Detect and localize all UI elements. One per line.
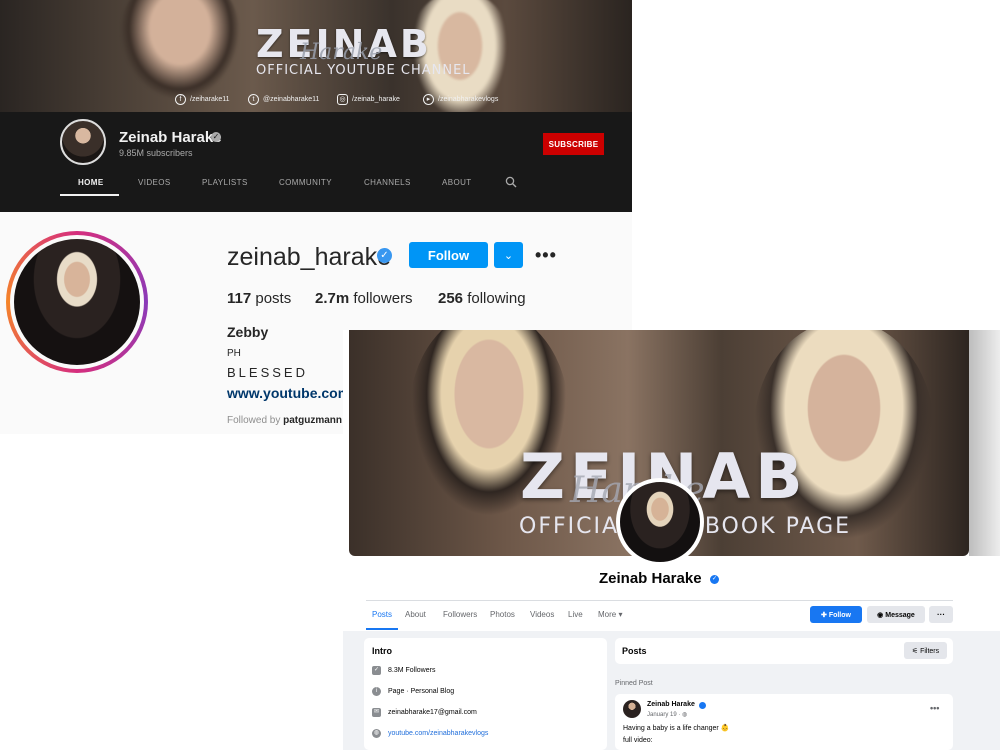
- location-text: PH: [227, 348, 241, 359]
- tab-videos[interactable]: VIDEOS: [138, 178, 171, 187]
- channel-name: Zeinab Harake: [119, 129, 222, 146]
- tab-about[interactable]: About: [405, 610, 426, 619]
- suggested-dropdown-button[interactable]: ⌄: [494, 242, 523, 268]
- intro-website-row: ◍ youtube.com/zeinabharakevlogs: [372, 729, 488, 738]
- banner-social-youtube: ▸ /zeinabharakevlogs: [423, 94, 498, 105]
- verified-badge-icon: ✓: [377, 248, 392, 263]
- avatar[interactable]: [616, 478, 704, 566]
- post-author[interactable]: Zeinab Harake: [647, 701, 695, 708]
- username: zeinab_harake: [227, 243, 392, 271]
- tab-about[interactable]: ABOUT: [442, 178, 472, 187]
- cover-edge: [969, 330, 1000, 556]
- intro-email-row: ✉ zeinabharake17@gmail.com: [372, 708, 477, 717]
- verified-badge-icon: ✓: [710, 575, 719, 584]
- tab-videos[interactable]: Videos: [530, 610, 554, 619]
- banner-subtitle: OFFICIAL YOUTUBE CHANNEL: [256, 63, 471, 78]
- globe-icon: ◍: [682, 712, 688, 718]
- avatar[interactable]: [60, 119, 106, 165]
- post-text: Having a baby is a life changer 👶: [623, 725, 730, 732]
- message-button[interactable]: ◉ Message: [867, 606, 925, 623]
- website-link[interactable]: youtube.com/zeinabharakevlogs: [388, 730, 488, 737]
- social-handle: @zeinabharake11: [263, 96, 320, 103]
- subscribe-button[interactable]: SUBSCRIBE: [543, 133, 604, 155]
- youtube-icon: ▸: [423, 94, 434, 105]
- bio-text: BLESSED: [227, 365, 308, 380]
- subscriber-count: 9.85M subscribers: [119, 148, 193, 158]
- tab-live[interactable]: Live: [568, 610, 583, 619]
- divider: [366, 600, 953, 601]
- page-title: Zeinab Harake: [599, 570, 702, 587]
- verified-check-icon: ✓: [211, 132, 221, 142]
- following-count[interactable]: 256 following: [438, 290, 526, 307]
- banner-social-facebook: f /zeiharake11: [175, 94, 230, 105]
- filters-button[interactable]: ⚟ Filters: [904, 642, 947, 659]
- search-icon[interactable]: [505, 176, 517, 188]
- tab-playlists[interactable]: PLAYLISTS: [202, 178, 248, 187]
- followers-icon: ✓: [372, 666, 381, 675]
- intro-followers-row: ✓ 8.3M Followers: [372, 666, 436, 675]
- follow-button[interactable]: ✚ Follow: [810, 606, 862, 623]
- posts-count: 117 posts: [227, 290, 292, 307]
- pinned-label: Pinned Post: [615, 680, 653, 687]
- instagram-icon: ◎: [337, 94, 348, 105]
- intro-title: Intro: [372, 646, 392, 656]
- followed-by: Followed by patguzmann: [227, 415, 343, 426]
- tab-more[interactable]: More ▾: [598, 610, 622, 619]
- facebook-icon: f: [175, 94, 186, 105]
- avatar[interactable]: [14, 239, 140, 365]
- posts-header-card: [615, 638, 953, 664]
- tab-community[interactable]: COMMUNITY: [279, 178, 332, 187]
- info-icon: i: [372, 687, 381, 696]
- social-handle: /zeinab_harake: [352, 96, 400, 103]
- verified-badge-icon: [699, 702, 706, 709]
- chevron-down-icon: ⌄: [503, 249, 514, 262]
- post-date[interactable]: January 19 · ◍: [647, 711, 687, 718]
- banner-portrait-left: [120, 0, 240, 100]
- more-options-icon[interactable]: •••: [535, 245, 557, 266]
- intro-category-row: i Page · Personal Blog: [372, 687, 454, 696]
- followed-by-user[interactable]: patguzmann: [283, 415, 342, 426]
- post-options-icon[interactable]: •••: [930, 703, 939, 713]
- more-button[interactable]: ···: [929, 606, 953, 623]
- avatar[interactable]: [623, 700, 641, 718]
- email-icon: ✉: [372, 708, 381, 717]
- tab-posts[interactable]: Posts: [372, 610, 392, 619]
- follow-button[interactable]: Follow: [409, 242, 488, 268]
- filter-icon: ⚟: [911, 647, 921, 655]
- social-handle: /zeinabharakevlogs: [438, 96, 499, 103]
- profile-link[interactable]: www.youtube.com/: [227, 385, 354, 401]
- banner-social-instagram: ◎ /zeinab_harake: [337, 94, 400, 105]
- followers-count[interactable]: 2.7m followers: [315, 290, 413, 307]
- tab-home[interactable]: HOME: [78, 178, 104, 187]
- posts-title: Posts: [622, 646, 647, 656]
- globe-icon: ◍: [372, 729, 381, 738]
- twitter-icon: t: [248, 94, 259, 105]
- full-name: Zebby: [227, 324, 269, 340]
- tab-photos[interactable]: Photos: [490, 610, 515, 619]
- active-tab-indicator: [60, 194, 119, 196]
- tab-followers[interactable]: Followers: [443, 610, 477, 619]
- banner-script-text: Harake: [300, 40, 383, 65]
- follow-icon: ✚: [821, 611, 829, 619]
- social-handle: /zeiharake11: [190, 96, 230, 103]
- banner-social-twitter: t @zeinabharake11: [248, 94, 319, 105]
- tab-channels[interactable]: CHANNELS: [364, 178, 411, 187]
- active-tab-indicator: [366, 628, 398, 630]
- post-text: full video:: [623, 737, 653, 744]
